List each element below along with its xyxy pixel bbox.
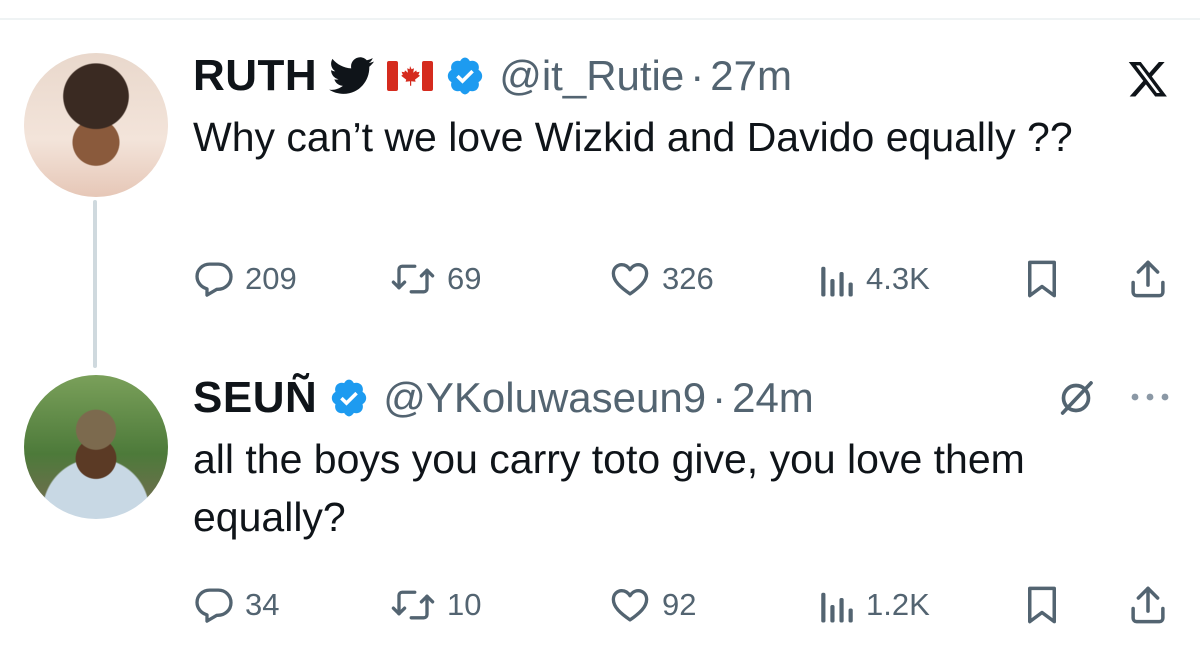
canada-flag-icon — [387, 61, 434, 91]
bookmark-button[interactable] — [1023, 254, 1061, 304]
views-icon — [818, 584, 856, 626]
views-button[interactable]: 4.3K — [818, 254, 930, 304]
views-button[interactable]: 1.2K — [818, 580, 930, 630]
action-bar: 34 10 92 1.2K — [193, 580, 1173, 630]
share-button[interactable] — [1128, 254, 1168, 304]
tweet[interactable]: RUTH @it_Rutie · 27m Why can’t we love W… — [193, 48, 1200, 298]
reply-count: 209 — [245, 261, 297, 296]
verified-badge-icon — [445, 56, 485, 96]
share-icon — [1128, 584, 1168, 626]
reply-icon — [193, 258, 235, 300]
handle[interactable]: @YKoluwaseun9 — [383, 374, 706, 422]
top-divider — [0, 18, 1200, 20]
tweet-text: Why can’t we love Wizkid and Davido equa… — [193, 114, 1073, 160]
view-count: 1.2K — [866, 587, 930, 622]
like-icon — [608, 258, 652, 300]
like-count: 92 — [662, 587, 697, 622]
reply-icon — [193, 584, 235, 626]
avatar[interactable] — [24, 53, 168, 197]
repost-count: 69 — [447, 261, 482, 296]
repost-button[interactable]: 69 — [389, 254, 481, 304]
avatar[interactable] — [24, 375, 168, 519]
reply-button[interactable]: 34 — [193, 580, 279, 630]
share-icon — [1128, 258, 1168, 300]
like-count: 326 — [662, 261, 714, 296]
tweet-text: all the boys you carry toto give, you lo… — [193, 436, 1025, 540]
tweet[interactable]: SEUÑ @YKoluwaseun9 · 24m all the boys yo… — [193, 370, 1200, 624]
like-icon — [608, 584, 652, 626]
tweet-header: SEUÑ @YKoluwaseun9 · 24m — [193, 370, 1200, 426]
bookmark-icon — [1023, 584, 1061, 626]
share-button[interactable] — [1128, 580, 1168, 630]
handle[interactable]: @it_Rutie — [499, 52, 684, 100]
repost-icon — [389, 258, 437, 300]
like-button[interactable]: 326 — [608, 254, 714, 304]
bird-icon — [329, 57, 375, 95]
verified-badge-icon — [329, 378, 369, 418]
bookmark-icon — [1023, 258, 1061, 300]
reply-count: 34 — [245, 587, 280, 622]
like-button[interactable]: 92 — [608, 580, 696, 630]
repost-button[interactable]: 10 — [389, 580, 481, 630]
repost-count: 10 — [447, 587, 482, 622]
timestamp[interactable]: 24m — [732, 374, 814, 422]
separator-dot: · — [712, 374, 727, 421]
tweet-header: RUTH @it_Rutie · 27m — [193, 48, 1200, 104]
reply-button[interactable]: 209 — [193, 254, 297, 304]
repost-icon — [389, 584, 437, 626]
separator-dot: · — [690, 52, 705, 99]
view-count: 4.3K — [866, 261, 930, 296]
action-bar: 209 69 326 4.3K — [193, 254, 1173, 304]
thread-connector-line — [93, 200, 97, 368]
display-name[interactable]: RUTH — [193, 51, 317, 101]
views-icon — [818, 258, 856, 300]
timestamp[interactable]: 27m — [710, 52, 792, 100]
bookmark-button[interactable] — [1023, 580, 1061, 630]
display-name[interactable]: SEUÑ — [193, 373, 317, 423]
